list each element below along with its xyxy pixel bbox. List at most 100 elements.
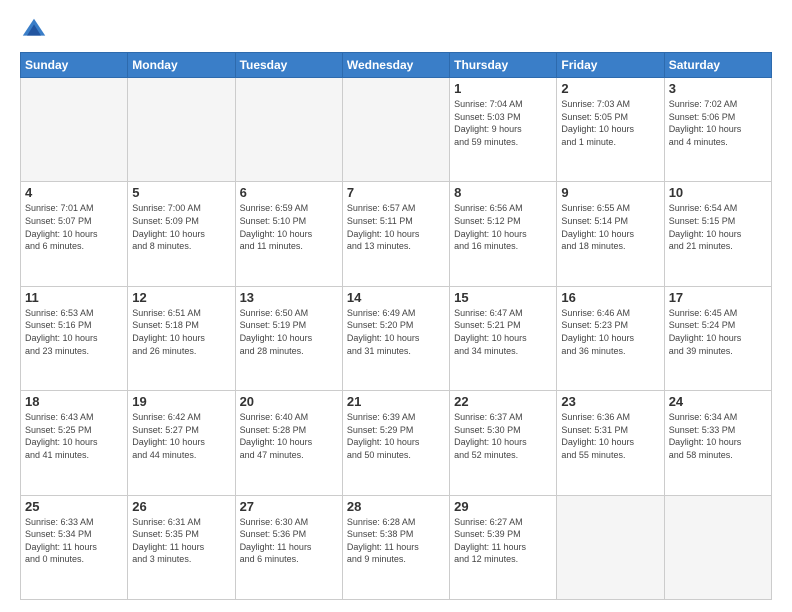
calendar-cell: 29 Sunrise: 6:27 AM Sunset: 5:39 PM Dayli… <box>450 495 557 599</box>
calendar-cell: 11 Sunrise: 6:53 AM Sunset: 5:16 PM Dayli… <box>21 286 128 390</box>
day-number: 17 <box>669 290 767 305</box>
week-row-4: 25 Sunrise: 6:33 AM Sunset: 5:34 PM Dayli… <box>21 495 772 599</box>
calendar-cell: 26 Sunrise: 6:31 AM Sunset: 5:35 PM Dayli… <box>128 495 235 599</box>
day-info: Sunrise: 6:59 AM Sunset: 5:10 PM Dayligh… <box>240 202 338 252</box>
day-number: 9 <box>561 185 659 200</box>
logo-icon <box>20 16 48 44</box>
week-row-2: 11 Sunrise: 6:53 AM Sunset: 5:16 PM Dayli… <box>21 286 772 390</box>
calendar-cell: 7 Sunrise: 6:57 AM Sunset: 5:11 PM Daylig… <box>342 182 449 286</box>
calendar-cell: 21 Sunrise: 6:39 AM Sunset: 5:29 PM Dayli… <box>342 391 449 495</box>
calendar-cell <box>235 78 342 182</box>
calendar-cell: 4 Sunrise: 7:01 AM Sunset: 5:07 PM Daylig… <box>21 182 128 286</box>
day-number: 29 <box>454 499 552 514</box>
day-info: Sunrise: 7:01 AM Sunset: 5:07 PM Dayligh… <box>25 202 123 252</box>
day-number: 16 <box>561 290 659 305</box>
day-info: Sunrise: 6:33 AM Sunset: 5:34 PM Dayligh… <box>25 516 123 566</box>
day-number: 2 <box>561 81 659 96</box>
day-number: 5 <box>132 185 230 200</box>
week-row-3: 18 Sunrise: 6:43 AM Sunset: 5:25 PM Dayli… <box>21 391 772 495</box>
calendar-cell: 27Sunrise: 6:30 AM Sunset: 5:36 PM Dayli… <box>235 495 342 599</box>
calendar-cell: 15 Sunrise: 6:47 AM Sunset: 5:21 PM Dayli… <box>450 286 557 390</box>
calendar-cell: 2 Sunrise: 7:03 AM Sunset: 5:05 PM Daylig… <box>557 78 664 182</box>
day-number: 21 <box>347 394 445 409</box>
day-number: 28 <box>347 499 445 514</box>
day-info: Sunrise: 6:40 AM Sunset: 5:28 PM Dayligh… <box>240 411 338 461</box>
day-info: Sunrise: 7:04 AM Sunset: 5:03 PM Dayligh… <box>454 98 552 148</box>
calendar-cell: 18 Sunrise: 6:43 AM Sunset: 5:25 PM Dayli… <box>21 391 128 495</box>
day-info: Sunrise: 7:02 AM Sunset: 5:06 PM Dayligh… <box>669 98 767 148</box>
calendar-cell: 28 Sunrise: 6:28 AM Sunset: 5:38 PM Dayli… <box>342 495 449 599</box>
logo <box>20 16 52 44</box>
day-number: 14 <box>347 290 445 305</box>
day-number: 27 <box>240 499 338 514</box>
calendar-cell <box>128 78 235 182</box>
header <box>20 16 772 44</box>
calendar-cell: 10Sunrise: 6:54 AM Sunset: 5:15 PM Dayli… <box>664 182 771 286</box>
day-info: Sunrise: 6:27 AM Sunset: 5:39 PM Dayligh… <box>454 516 552 566</box>
day-info: Sunrise: 6:39 AM Sunset: 5:29 PM Dayligh… <box>347 411 445 461</box>
day-number: 25 <box>25 499 123 514</box>
calendar-cell: 1 Sunrise: 7:04 AM Sunset: 5:03 PM Daylig… <box>450 78 557 182</box>
calendar-cell: 23 Sunrise: 6:36 AM Sunset: 5:31 PM Dayli… <box>557 391 664 495</box>
calendar-cell: 3 Sunrise: 7:02 AM Sunset: 5:06 PM Daylig… <box>664 78 771 182</box>
day-number: 8 <box>454 185 552 200</box>
day-info: Sunrise: 6:50 AM Sunset: 5:19 PM Dayligh… <box>240 307 338 357</box>
day-number: 18 <box>25 394 123 409</box>
day-number: 3 <box>669 81 767 96</box>
weekday-header-friday: Friday <box>557 53 664 78</box>
day-number: 7 <box>347 185 445 200</box>
day-info: Sunrise: 6:51 AM Sunset: 5:18 PM Dayligh… <box>132 307 230 357</box>
day-info: Sunrise: 6:36 AM Sunset: 5:31 PM Dayligh… <box>561 411 659 461</box>
day-info: Sunrise: 6:53 AM Sunset: 5:16 PM Dayligh… <box>25 307 123 357</box>
calendar-cell: 16 Sunrise: 6:46 AM Sunset: 5:23 PM Dayli… <box>557 286 664 390</box>
calendar-cell: 19 Sunrise: 6:42 AM Sunset: 5:27 PM Dayli… <box>128 391 235 495</box>
day-number: 1 <box>454 81 552 96</box>
calendar-cell <box>664 495 771 599</box>
day-number: 10 <box>669 185 767 200</box>
calendar-cell: 24 Sunrise: 6:34 AM Sunset: 5:33 PM Dayli… <box>664 391 771 495</box>
calendar-cell <box>342 78 449 182</box>
day-number: 23 <box>561 394 659 409</box>
day-info: Sunrise: 6:47 AM Sunset: 5:21 PM Dayligh… <box>454 307 552 357</box>
weekday-header-wednesday: Wednesday <box>342 53 449 78</box>
calendar-cell: 22Sunrise: 6:37 AM Sunset: 5:30 PM Dayli… <box>450 391 557 495</box>
day-number: 20 <box>240 394 338 409</box>
day-number: 6 <box>240 185 338 200</box>
calendar-cell: 14 Sunrise: 6:49 AM Sunset: 5:20 PM Dayli… <box>342 286 449 390</box>
calendar-cell: 25 Sunrise: 6:33 AM Sunset: 5:34 PM Dayli… <box>21 495 128 599</box>
day-info: Sunrise: 6:42 AM Sunset: 5:27 PM Dayligh… <box>132 411 230 461</box>
day-info: Sunrise: 7:03 AM Sunset: 5:05 PM Dayligh… <box>561 98 659 148</box>
day-info: Sunrise: 6:34 AM Sunset: 5:33 PM Dayligh… <box>669 411 767 461</box>
weekday-header-saturday: Saturday <box>664 53 771 78</box>
calendar-cell: 12 Sunrise: 6:51 AM Sunset: 5:18 PM Dayli… <box>128 286 235 390</box>
day-info: Sunrise: 6:31 AM Sunset: 5:35 PM Dayligh… <box>132 516 230 566</box>
week-row-0: 1 Sunrise: 7:04 AM Sunset: 5:03 PM Daylig… <box>21 78 772 182</box>
day-info: Sunrise: 6:46 AM Sunset: 5:23 PM Dayligh… <box>561 307 659 357</box>
calendar-cell: 9 Sunrise: 6:55 AM Sunset: 5:14 PM Daylig… <box>557 182 664 286</box>
day-info: Sunrise: 6:55 AM Sunset: 5:14 PM Dayligh… <box>561 202 659 252</box>
weekday-header-row: SundayMondayTuesdayWednesdayThursdayFrid… <box>21 53 772 78</box>
calendar-cell: 13Sunrise: 6:50 AM Sunset: 5:19 PM Dayli… <box>235 286 342 390</box>
weekday-header-sunday: Sunday <box>21 53 128 78</box>
day-info: Sunrise: 6:43 AM Sunset: 5:25 PM Dayligh… <box>25 411 123 461</box>
calendar-cell <box>21 78 128 182</box>
day-number: 19 <box>132 394 230 409</box>
weekday-header-tuesday: Tuesday <box>235 53 342 78</box>
calendar-cell: 5Sunrise: 7:00 AM Sunset: 5:09 PM Daylig… <box>128 182 235 286</box>
calendar-cell: 8 Sunrise: 6:56 AM Sunset: 5:12 PM Daylig… <box>450 182 557 286</box>
day-number: 15 <box>454 290 552 305</box>
day-number: 26 <box>132 499 230 514</box>
week-row-1: 4 Sunrise: 7:01 AM Sunset: 5:07 PM Daylig… <box>21 182 772 286</box>
day-info: Sunrise: 6:28 AM Sunset: 5:38 PM Dayligh… <box>347 516 445 566</box>
day-info: Sunrise: 6:37 AM Sunset: 5:30 PM Dayligh… <box>454 411 552 461</box>
weekday-header-thursday: Thursday <box>450 53 557 78</box>
day-number: 11 <box>25 290 123 305</box>
day-number: 12 <box>132 290 230 305</box>
day-info: Sunrise: 6:49 AM Sunset: 5:20 PM Dayligh… <box>347 307 445 357</box>
page: SundayMondayTuesdayWednesdayThursdayFrid… <box>0 0 792 612</box>
day-info: Sunrise: 6:56 AM Sunset: 5:12 PM Dayligh… <box>454 202 552 252</box>
day-number: 4 <box>25 185 123 200</box>
day-number: 24 <box>669 394 767 409</box>
weekday-header-monday: Monday <box>128 53 235 78</box>
day-info: Sunrise: 6:57 AM Sunset: 5:11 PM Dayligh… <box>347 202 445 252</box>
